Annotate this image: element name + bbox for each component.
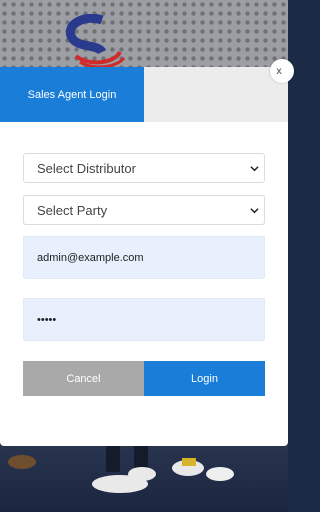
login-modal: Sales Agent Login x Select Distributor S…: [0, 59, 294, 446]
party-select[interactable]: Select Party: [23, 195, 265, 225]
party-select-value: Select Party: [37, 202, 108, 218]
password-field[interactable]: •••••: [23, 298, 265, 341]
shoes-illustration: [8, 440, 234, 493]
distributor-select-value: Select Distributor: [37, 160, 136, 176]
close-icon[interactable]: x: [270, 59, 294, 83]
login-button[interactable]: Login: [144, 361, 265, 396]
chevron-down-icon: [250, 208, 259, 214]
email-field-value: admin@example.com: [37, 251, 144, 264]
distributor-select[interactable]: Select Distributor: [23, 153, 265, 183]
brand-logo: [65, 14, 126, 69]
background-footer: [0, 440, 288, 512]
cancel-button[interactable]: Cancel: [23, 361, 144, 396]
tab-sales-agent-login[interactable]: Sales Agent Login: [0, 67, 144, 122]
password-field-value: •••••: [37, 313, 57, 326]
tab-bar: Sales Agent Login: [0, 67, 288, 122]
email-field[interactable]: admin@example.com: [23, 236, 265, 279]
chevron-down-icon: [250, 166, 259, 172]
